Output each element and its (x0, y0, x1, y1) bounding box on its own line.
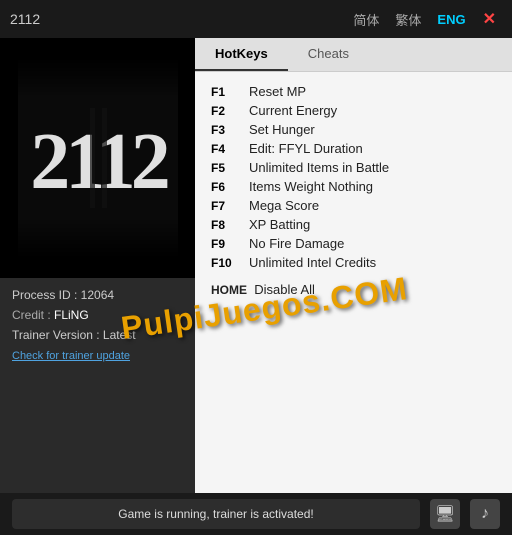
cheat-desc: Current Energy (249, 103, 337, 118)
cheat-desc: Unlimited Items in Battle (249, 160, 389, 175)
cheat-desc: XP Batting (249, 217, 310, 232)
cheat-item: F7Mega Score (211, 196, 496, 215)
cheat-item: F10Unlimited Intel Credits (211, 253, 496, 272)
game-logo: 2112 (0, 38, 195, 278)
monitor-icon[interactable]: 🖥 (430, 499, 460, 529)
lang-english[interactable]: ENG (432, 10, 470, 29)
cheat-item: F4Edit: FFYL Duration (211, 139, 496, 158)
update-link-container: Check for trainer update (12, 348, 183, 362)
cheat-key: F8 (211, 218, 249, 232)
cheat-item: F8XP Batting (211, 215, 496, 234)
app-title: 2112 (10, 11, 348, 27)
tabs-bar: HotKeys Cheats (195, 38, 512, 72)
cheat-key: F3 (211, 123, 249, 137)
cheat-item: F3Set Hunger (211, 120, 496, 139)
cheat-desc: Edit: FFYL Duration (249, 141, 363, 156)
status-message-box: Game is running, trainer is activated! (12, 499, 420, 529)
cheat-desc: Unlimited Intel Credits (249, 255, 376, 270)
lang-traditional[interactable]: 繁体 (390, 8, 426, 31)
cheat-key: F6 (211, 180, 249, 194)
process-id: Process ID : 12064 (12, 288, 183, 302)
trainer-version: Trainer Version : Latest (12, 328, 183, 342)
cheat-item: F6Items Weight Nothing (211, 177, 496, 196)
cheat-key: F10 (211, 256, 249, 270)
home-action: HOME Disable All (211, 282, 496, 297)
svg-text:2112: 2112 (30, 118, 168, 206)
cheat-desc: No Fire Damage (249, 236, 344, 251)
cheat-list: F1Reset MPF2Current EnergyF3Set HungerF4… (195, 72, 512, 493)
music-icon[interactable]: ♪ (470, 499, 500, 529)
cheat-key: F5 (211, 161, 249, 175)
cheat-item: F2Current Energy (211, 101, 496, 120)
title-bar: 2112 简体 繁体 ENG ✕ (0, 0, 512, 38)
cheat-item: F5Unlimited Items in Battle (211, 158, 496, 177)
cheat-key: F9 (211, 237, 249, 251)
cheat-desc: Set Hunger (249, 122, 315, 137)
close-button[interactable]: ✕ (477, 7, 502, 31)
update-link[interactable]: Check for trainer update (12, 350, 130, 362)
left-panel: 2112 Pro (0, 38, 195, 493)
cheat-desc: Reset MP (249, 84, 306, 99)
cheat-item: F9No Fire Damage (211, 234, 496, 253)
tab-hotkeys[interactable]: HotKeys (195, 38, 288, 71)
cheat-key: F1 (211, 85, 249, 99)
lang-simplified[interactable]: 简体 (348, 8, 384, 31)
credit-line: Credit : FLiNG (12, 308, 183, 322)
cheat-key: F2 (211, 104, 249, 118)
bottom-bar: Game is running, trainer is activated! 🖥… (0, 493, 512, 535)
info-panel: Process ID : 12064 Credit : FLiNG Traine… (0, 278, 195, 493)
status-text: Game is running, trainer is activated! (118, 507, 313, 521)
cheat-key: F7 (211, 199, 249, 213)
main-area: 2112 Pro (0, 38, 512, 493)
tab-cheats[interactable]: Cheats (288, 38, 369, 71)
cheat-item: F1Reset MP (211, 82, 496, 101)
language-bar: 简体 繁体 ENG ✕ (348, 7, 502, 31)
cheat-key: F4 (211, 142, 249, 156)
cheat-desc: Mega Score (249, 198, 319, 213)
right-panel: HotKeys Cheats F1Reset MPF2Current Energ… (195, 38, 512, 493)
cheat-desc: Items Weight Nothing (249, 179, 373, 194)
